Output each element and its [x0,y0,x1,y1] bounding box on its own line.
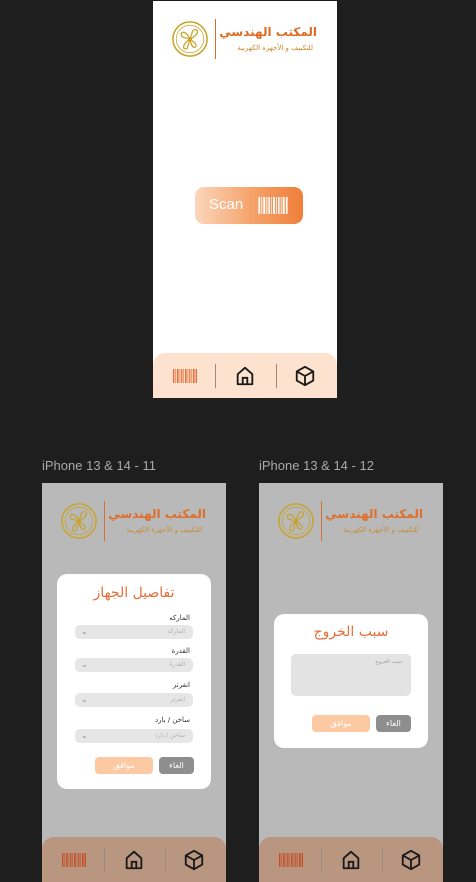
home-icon[interactable] [339,849,363,871]
cancel-button[interactable]: الغاء [376,715,411,732]
exit-reason-placeholder: سبب الخروج [375,659,402,665]
bottom-nav [153,353,337,398]
field-label-hot-cold: ساخن / بارد [154,716,190,724]
box-icon[interactable] [182,849,206,871]
nav-divider [215,364,216,388]
field-label-inverter: انفرتر [172,681,190,689]
logo-title: المكتب الهندسي [325,507,423,521]
field-label-brand: الماركه [169,614,190,622]
nav-divider [382,848,383,872]
modal-title: سبب الخروج [313,624,389,640]
ok-button[interactable]: موافق [312,715,370,732]
frame-label: iPhone 13 & 14 - 12 [259,458,374,473]
chevron-down-icon: ⌄ [81,731,88,740]
logo-title: المكتب الهندسي [219,25,317,39]
nav-divider [165,848,166,872]
device-details-modal: تفاصيل الجهاز الماركه ⌄ الماركه القدرة ⌄… [57,574,211,789]
fan-emblem-icon [60,502,98,540]
hot-cold-select[interactable]: ⌄ ساخن / بارد [75,729,193,743]
home-icon[interactable] [122,849,146,871]
barcode-icon [255,197,291,214]
capacity-select[interactable]: ⌄ القدرة [75,658,193,672]
cancel-button[interactable]: الغاء [159,757,194,774]
exit-reason-screen: المكتب الهندسي للتكييف و الأجهزة الكهربي… [259,483,443,882]
capacity-placeholder: القدرة [169,661,185,668]
home-icon[interactable] [233,365,257,387]
barcode-icon[interactable] [62,849,86,871]
frame-label: iPhone 13 & 14 - 11 [42,458,156,473]
logo-divider [104,501,105,541]
brand-placeholder: الماركه [167,628,185,635]
scan-button[interactable]: Scan [195,187,303,224]
chevron-down-icon: ⌄ [81,627,88,636]
fan-emblem-icon [171,20,209,58]
brand-logo: المكتب الهندسي للتكييف و الأجهزة الكهربي… [277,499,427,545]
nav-divider [104,848,105,872]
modal-title: تفاصيل الجهاز [93,585,175,601]
brand-select[interactable]: ⌄ الماركه [75,625,193,639]
bottom-nav [259,837,443,882]
fan-emblem-icon [277,502,315,540]
field-label-capacity: القدرة [171,647,190,655]
box-icon[interactable] [293,365,317,387]
bottom-nav [42,837,226,882]
logo-divider [215,19,216,59]
box-icon[interactable] [399,849,423,871]
device-details-screen: المكتب الهندسي للتكييف و الأجهزة الكهربي… [42,483,226,882]
logo-title: المكتب الهندسي [108,507,206,521]
ok-button[interactable]: موافق [95,757,153,774]
brand-logo: المكتب الهندسي للتكييف و الأجهزة الكهربي… [171,17,321,63]
barcode-icon[interactable] [173,365,197,387]
exit-reason-textarea[interactable]: سبب الخروج [291,654,411,696]
brand-logo: المكتب الهندسي للتكييف و الأجهزة الكهربي… [60,499,210,545]
inverter-placeholder: انفرتر [170,696,185,703]
logo-subtitle: للتكييف و الأجهزة الكهربية [343,526,419,534]
logo-divider [321,501,322,541]
inverter-select[interactable]: ⌄ انفرتر [75,693,193,707]
chevron-down-icon: ⌄ [81,660,88,669]
exit-reason-modal: سبب الخروج سبب الخروج موافق الغاء [274,614,428,748]
logo-subtitle: للتكييف و الأجهزة الكهربية [126,526,202,534]
logo-subtitle: للتكييف و الأجهزة الكهربية [237,44,313,52]
scan-label: Scan [209,196,244,213]
nav-divider [276,364,277,388]
barcode-icon[interactable] [279,849,303,871]
scan-screen: المكتب الهندسي للتكييف و الأجهزة الكهربي… [153,1,337,398]
hot-cold-placeholder: ساخن / بارد [154,732,185,739]
chevron-down-icon: ⌄ [81,695,88,704]
nav-divider [321,848,322,872]
